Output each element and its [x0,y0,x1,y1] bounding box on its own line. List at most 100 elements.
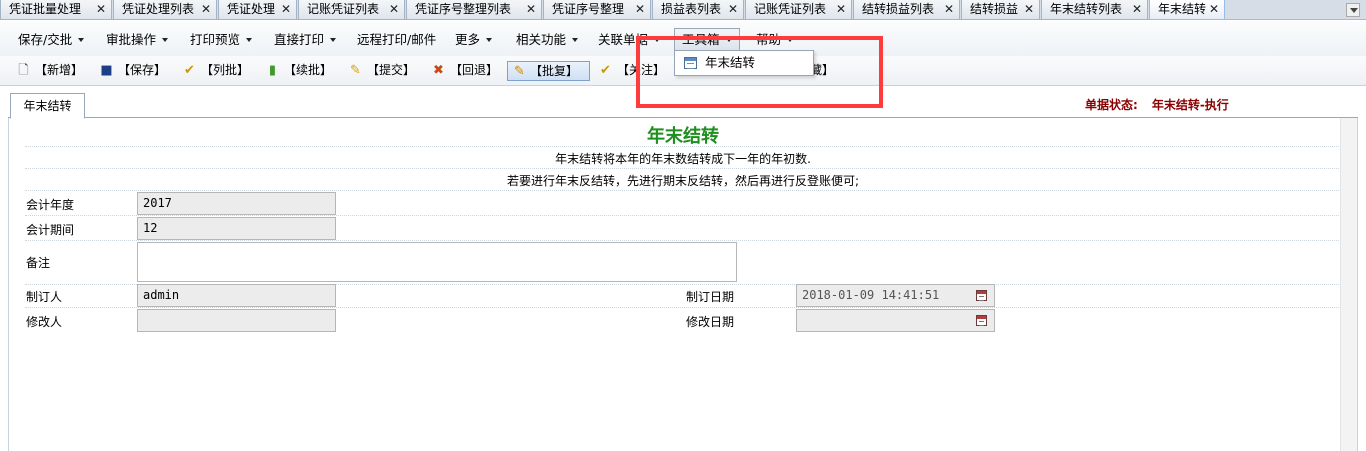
tab-year-end-list[interactable]: 年末结转列表 ✕ [1041,0,1148,20]
close-icon[interactable]: ✕ [1209,0,1219,19]
close-icon[interactable]: ✕ [201,0,211,19]
chevron-down-icon [486,38,493,42]
divider [25,190,1355,191]
close-icon[interactable]: ✕ [635,0,645,19]
reply-button[interactable]: ✎ 【批复】 [507,61,590,81]
close-icon[interactable]: ✕ [944,0,954,19]
period-label: 会计期间 [26,223,75,237]
rollback-button[interactable]: ✖ 【回退】 [431,61,498,81]
divider [25,168,1355,169]
chevron-down-icon [78,38,85,42]
chevron-down-icon [330,38,337,42]
list-approve-button[interactable]: ✔ 【列批】 [182,61,249,81]
menu-toolbox[interactable]: 工具箱 [674,28,740,51]
chevron-down-icon [246,38,253,42]
tab-label: 记账凭证列表 [754,2,827,16]
tab-year-end[interactable]: 年末结转 ✕ [1149,0,1225,20]
menu-remote-print[interactable]: 远程打印/邮件 [357,31,436,49]
close-icon[interactable]: ✕ [96,0,106,19]
tab-carry-pl-list[interactable]: 结转损益列表 ✕ [853,0,960,20]
close-icon[interactable]: ✕ [281,0,291,19]
menu-help[interactable]: 帮助 [756,31,794,49]
tab-label: 损益表列表 [661,2,722,16]
tab-voucher-process[interactable]: 凭证处理 ✕ [218,0,297,20]
divider [25,307,1355,308]
menu-more[interactable]: 更多 [455,31,493,49]
chevron-down-icon [725,38,732,42]
check-icon: ✔ [600,63,611,78]
tab-label: 结转损益 [970,2,1019,16]
submit-icon: ✎ [350,63,361,78]
floppy-icon: ■ [100,63,113,78]
vertical-scrollbar[interactable] [1340,118,1357,451]
calendar-icon[interactable] [976,315,987,326]
menu-related-functions[interactable]: 相关功能 [516,31,579,49]
dropdown-item-year-end-carry[interactable]: 年末结转 [677,53,811,73]
year-field[interactable]: 2017 [137,192,336,215]
tab-label: 记账凭证列表 [307,2,380,16]
stack-icon: ▮ [268,63,277,78]
follow-button[interactable]: ✔ 【关注】 [598,61,665,81]
tab-bookkeeping-list-2[interactable]: 记账凭证列表 ✕ [745,0,852,20]
check-list-icon: ✔ [184,63,195,78]
document-status: 单据状态: 年末结转-执行 [1085,96,1229,113]
created-date-value: 2018-01-09 14:41:51 [802,288,940,302]
tab-label: 凭证序号整理 [552,2,625,16]
close-icon[interactable]: ✕ [836,0,846,19]
chevron-down-icon [572,38,579,42]
close-icon[interactable]: ✕ [526,0,536,19]
menu-save-submit[interactable]: 保存/交批 [18,31,85,49]
close-icon[interactable]: ✕ [728,0,738,19]
modifier-label: 修改人 [26,315,63,329]
tab-label: 凭证处理 [227,2,276,16]
table-icon [684,57,697,69]
tab-label: 年末结转列表 [1050,2,1123,16]
menu-approval[interactable]: 审批操作 [106,31,169,49]
tab-pl-list[interactable]: 损益表列表 ✕ [652,0,744,20]
new-doc-icon: 🗋 [18,63,29,78]
status-value: 年末结转-执行 [1151,98,1229,112]
dropdown-item-label: 年末结转 [705,55,756,70]
calendar-icon[interactable] [976,290,987,301]
remark-textarea[interactable] [137,242,737,282]
creator-field[interactable]: admin [137,284,336,307]
cross-icon: ✖ [433,63,444,78]
tab-label: 凭证处理列表 [122,2,195,16]
tab-voucher-seq[interactable]: 凭证序号整理 ✕ [543,0,651,20]
close-icon[interactable]: ✕ [389,0,399,19]
new-button[interactable]: 🗋 【新增】 [16,61,83,81]
remark-label: 备注 [26,256,51,270]
tab-bookkeeping-list[interactable]: 记账凭证列表 ✕ [298,0,405,20]
status-label: 单据状态: [1085,98,1138,112]
tab-carry-pl[interactable]: 结转损益 ✕ [961,0,1040,20]
pencil-icon: ✎ [514,64,525,79]
chevron-down-icon [162,38,169,42]
tab-label: 年末结转 [1158,2,1207,16]
panel-tab-year-end[interactable]: 年末结转 [10,93,85,119]
year-label: 会计年度 [26,198,75,212]
menu-linked-docs[interactable]: 关联单据 [598,31,661,49]
chevron-down-icon [654,38,661,42]
modifier-field[interactable] [137,309,336,332]
form-description-1: 年末结转将本年的年末数结转成下一年的年初数. [555,152,811,166]
toolbox-dropdown: 年末结转 [674,50,814,76]
modified-date-field[interactable] [796,309,995,332]
tab-voucher-seq-list[interactable]: 凭证序号整理列表 ✕ [406,0,542,20]
created-date-label: 制订日期 [686,290,735,304]
tab-voucher-batch[interactable]: 凭证批量处理 ✕ [0,0,112,20]
submit-button[interactable]: ✎ 【提交】 [348,61,415,81]
creator-label: 制订人 [26,290,63,304]
period-field[interactable]: 12 [137,217,336,240]
form-content: 年末结转 年末结转将本年的年末数结转成下一年的年初数. 若要进行年末反结转，先进… [8,118,1358,451]
menu-print-preview[interactable]: 打印预览 [190,31,253,49]
chevron-down-icon [787,38,794,42]
tab-list-dropdown-icon[interactable] [1346,3,1360,17]
menu-direct-print[interactable]: 直接打印 [274,31,337,49]
divider [25,240,1355,241]
created-date-field[interactable]: 2018-01-09 14:41:51 [796,284,995,307]
continue-approve-button[interactable]: ▮ 【续批】 [265,61,332,81]
save-button[interactable]: ■ 【保存】 [99,61,166,81]
tab-voucher-list[interactable]: 凭证处理列表 ✕ [113,0,217,20]
close-icon[interactable]: ✕ [1132,0,1142,19]
close-icon[interactable]: ✕ [1024,0,1034,19]
